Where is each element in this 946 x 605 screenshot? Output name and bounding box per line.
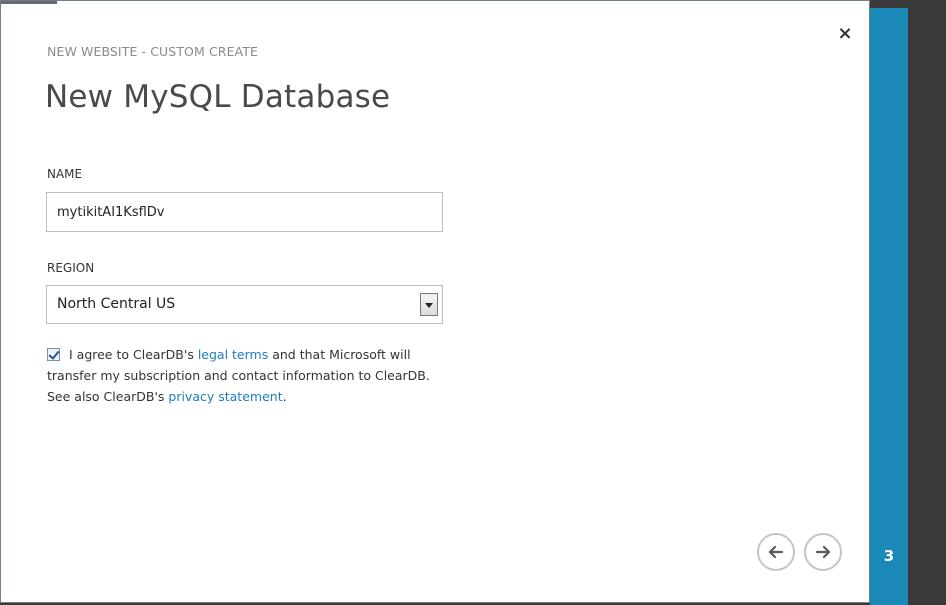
top-strip	[1, 1, 57, 4]
step-number: 3	[883, 547, 895, 565]
step-sidebar: 3	[870, 8, 908, 605]
next-button[interactable]	[804, 533, 842, 571]
arrow-left-icon	[768, 545, 784, 559]
arrow-right-icon	[815, 545, 831, 559]
region-select[interactable]: North Central US	[46, 285, 443, 324]
page-title: New MySQL Database	[45, 79, 391, 115]
agreement-text: I agree to ClearDB's legal terms and tha…	[47, 344, 447, 407]
agree-checkbox[interactable]	[47, 348, 60, 361]
agreement-text-1: I agree to ClearDB's	[69, 347, 194, 362]
region-selected-value: North Central US	[57, 296, 176, 312]
chevron-down-icon[interactable]	[420, 293, 438, 316]
back-button[interactable]	[757, 533, 795, 571]
legal-terms-link[interactable]: legal terms	[198, 347, 268, 362]
new-mysql-database-dialog: × NEW WEBSITE - CUSTOM CREATE New MySQL …	[0, 0, 870, 603]
wizard-subtitle: NEW WEBSITE - CUSTOM CREATE	[47, 44, 258, 59]
privacy-statement-link[interactable]: privacy statement	[168, 389, 282, 404]
agreement-text-3: .	[282, 389, 287, 404]
name-input[interactable]	[46, 192, 443, 232]
close-icon[interactable]: ×	[837, 25, 853, 43]
name-label: NAME	[47, 167, 83, 181]
region-label: REGION	[47, 261, 95, 275]
